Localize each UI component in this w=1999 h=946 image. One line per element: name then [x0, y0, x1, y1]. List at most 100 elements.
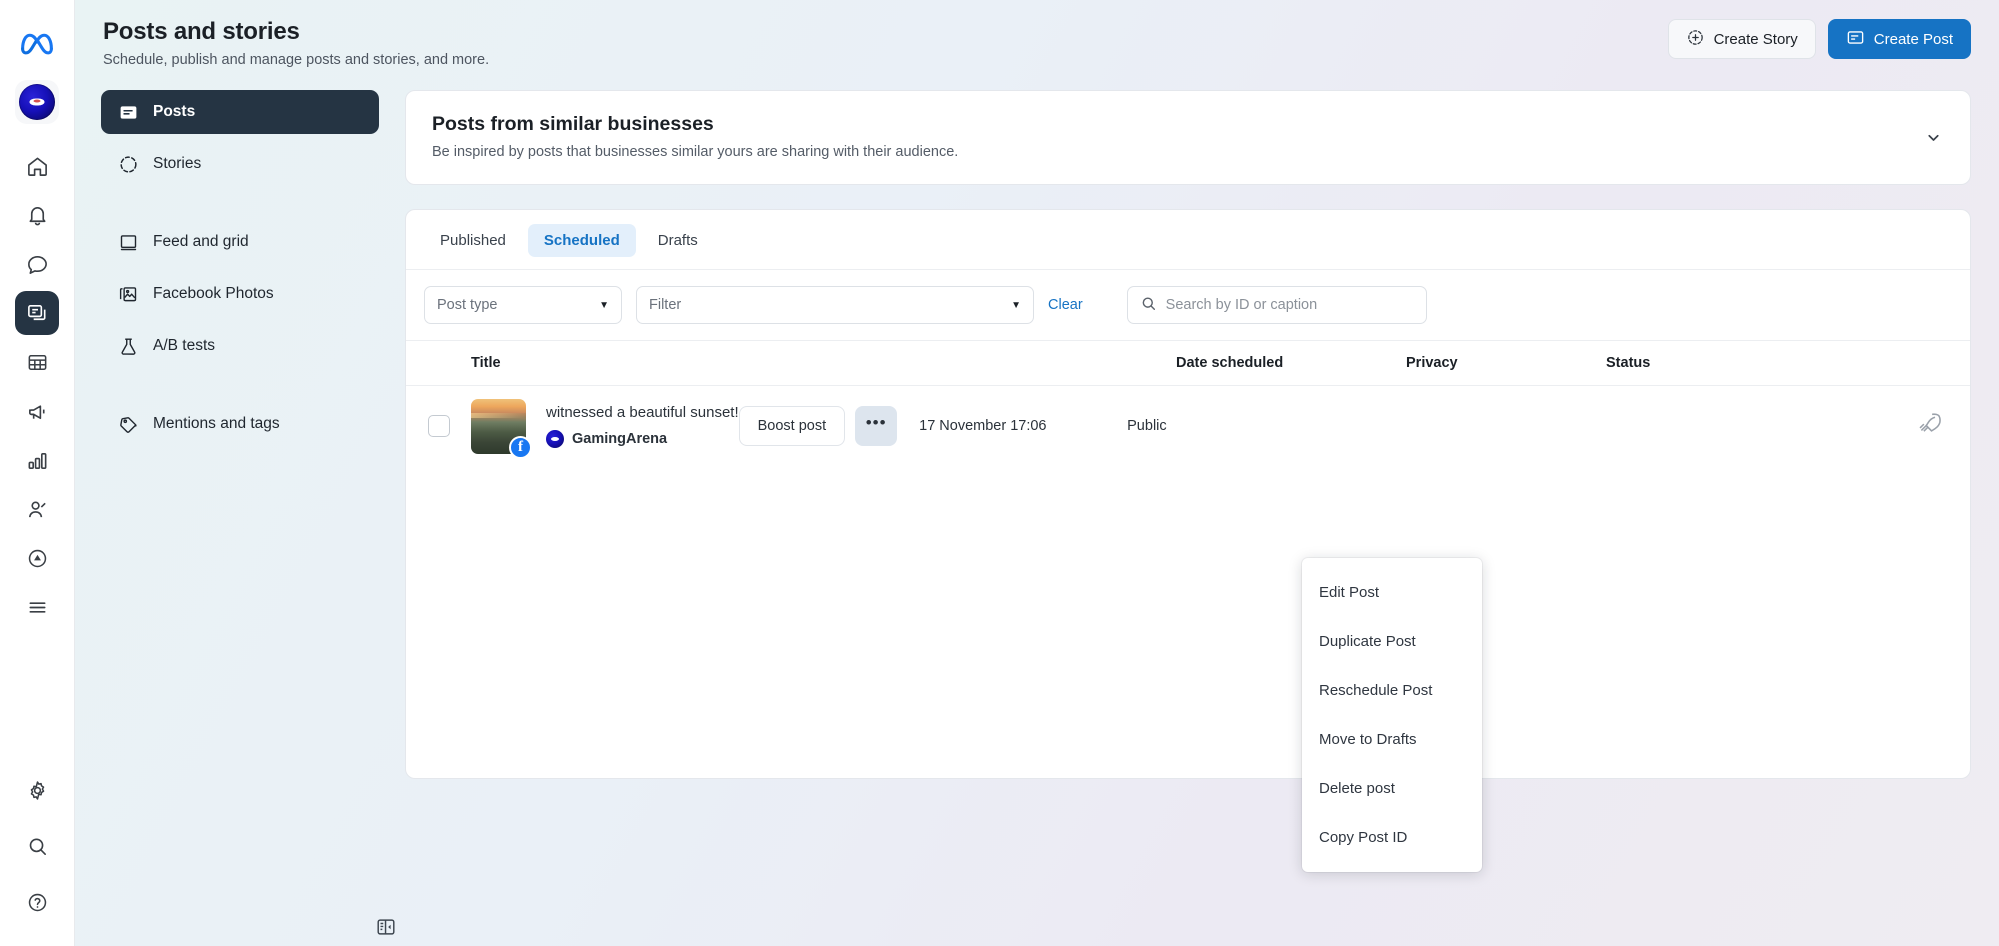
sidebar-group-tertiary: Mentions and tags — [101, 402, 405, 454]
chat-bubble-icon[interactable] — [15, 242, 59, 286]
rail-nav-items — [15, 144, 59, 629]
column-header-title: Title — [471, 355, 501, 371]
search-icon — [1140, 295, 1157, 316]
promo-title: Posts from similar businesses — [432, 113, 714, 135]
collapse-panel-icon[interactable] — [369, 910, 403, 944]
menu-item-copy-post-id[interactable]: Copy Post ID — [1302, 813, 1482, 862]
filter-select[interactable]: Filter ▼ — [636, 286, 1034, 324]
author-avatar — [546, 430, 564, 448]
stories-ring-icon — [117, 153, 139, 175]
filter-label: Filter — [649, 297, 682, 313]
icon-rail — [0, 0, 75, 946]
menu-item-edit-post[interactable]: Edit Post — [1302, 568, 1482, 617]
profile-avatar[interactable] — [15, 80, 59, 124]
sidebar-group-secondary: Feed and grid Facebook Photos A/B tests — [101, 220, 405, 376]
post-type-label: Post type — [437, 297, 498, 313]
sidebar-group-primary: Posts Stories — [101, 90, 405, 194]
sidebar-item-label: Posts — [153, 103, 196, 120]
sidebar-divider — [101, 194, 405, 220]
posts-icon[interactable] — [15, 291, 59, 335]
create-story-icon — [1686, 28, 1705, 51]
meta-logo[interactable] — [19, 20, 55, 64]
tab-bar: Published Scheduled Drafts — [406, 210, 1970, 270]
create-story-label: Create Story — [1713, 30, 1798, 48]
promo-card: Posts from similar businesses Be inspire… — [405, 90, 1971, 185]
tag-icon — [117, 413, 139, 435]
rocket-icon — [1917, 411, 1942, 441]
menu-item-duplicate-post[interactable]: Duplicate Post — [1302, 617, 1482, 666]
promo-description: Be inspired by posts that businesses sim… — [432, 144, 959, 160]
author-name: GamingArena — [572, 431, 668, 447]
sidebar-nav: Posts Stories Feed and grid Facebook Pho… — [75, 90, 405, 946]
row-actions: Boost post ••• — [738, 406, 898, 446]
search-icon[interactable] — [15, 824, 59, 868]
sidebar-item-label: Stories — [153, 155, 202, 172]
sidebar-item-facebook-photos[interactable]: Facebook Photos — [101, 272, 379, 316]
header-actions: Create Story Create Post — [1667, 19, 1971, 59]
megaphone-icon[interactable] — [15, 389, 59, 433]
tab-published[interactable]: Published — [424, 224, 522, 257]
photos-icon — [117, 283, 139, 305]
menu-item-reschedule-post[interactable]: Reschedule Post — [1302, 666, 1482, 715]
search-input[interactable] — [1165, 297, 1396, 313]
chevron-down-icon[interactable] — [1918, 123, 1948, 153]
cell-date-scheduled: 17 November 17:06 — [919, 418, 1047, 434]
bar-chart-icon[interactable] — [15, 438, 59, 482]
filter-bar: Post type ▼ Filter ▼ Clear — [406, 270, 1970, 340]
post-type-select[interactable]: Post type ▼ — [424, 286, 622, 324]
rail-bottom-items — [15, 768, 59, 946]
chevron-down-icon: ▼ — [599, 299, 609, 311]
sidebar-item-label: Facebook Photos — [153, 285, 274, 302]
menu-item-move-to-drafts[interactable]: Move to Drafts — [1302, 715, 1482, 764]
table-row: f witnessed a beautiful sunset! GamingAr… — [406, 386, 1970, 462]
search-box[interactable] — [1126, 286, 1427, 324]
sidebar-item-ab-tests[interactable]: A/B tests — [101, 324, 379, 368]
create-post-label: Create Post — [1873, 30, 1953, 48]
tab-scheduled[interactable]: Scheduled — [527, 224, 636, 257]
home-icon[interactable] — [15, 144, 59, 188]
help-circle-icon[interactable] — [15, 880, 59, 924]
posts-icon — [117, 101, 139, 123]
avatar-image — [19, 84, 55, 120]
menu-item-delete-post[interactable]: Delete post — [1302, 764, 1482, 813]
facebook-badge: f — [509, 435, 532, 459]
bell-icon[interactable] — [15, 193, 59, 237]
post-info: witnessed a beautiful sunset! GamingAren… — [546, 404, 739, 448]
sidebar-item-stories[interactable]: Stories — [101, 142, 379, 186]
grid-table-icon[interactable] — [15, 340, 59, 384]
sidebar-item-label: A/B tests — [153, 337, 216, 354]
row-checkbox[interactable] — [428, 415, 450, 437]
sidebar-item-label: Feed and grid — [153, 233, 249, 250]
content-column: Posts from similar businesses Be inspire… — [405, 90, 1999, 946]
cell-privacy: Public — [1127, 418, 1167, 434]
sidebar-item-label: Mentions and tags — [153, 415, 280, 432]
sidebar-item-mentions-and-tags[interactable]: Mentions and tags — [101, 402, 379, 446]
body-row: Posts Stories Feed and grid Facebook Pho… — [75, 90, 1999, 946]
tab-drafts[interactable]: Drafts — [642, 224, 714, 257]
create-post-icon — [1846, 28, 1865, 51]
cell-status — [1327, 411, 1970, 441]
post-thumbnail: f — [471, 398, 532, 459]
sidebar-divider-2 — [101, 376, 405, 402]
create-post-button[interactable]: Create Post — [1827, 19, 1971, 59]
hamburger-icon[interactable] — [15, 585, 59, 629]
user-edit-icon[interactable] — [15, 487, 59, 531]
sidebar-item-feed-and-grid[interactable]: Feed and grid — [101, 220, 379, 264]
feed-grid-icon — [117, 231, 139, 253]
post-caption: witnessed a beautiful sunset! — [546, 404, 739, 421]
create-story-button[interactable]: Create Story — [1667, 19, 1816, 59]
circle-up-icon[interactable] — [15, 536, 59, 580]
row-more-button[interactable]: ••• — [855, 406, 898, 446]
sidebar-item-posts[interactable]: Posts — [101, 90, 379, 134]
posts-panel: Published Scheduled Drafts Post type ▼ F… — [405, 209, 1971, 779]
boost-post-button[interactable]: Boost post — [738, 406, 846, 446]
column-header-status: Status — [1606, 355, 1651, 371]
app-root: Posts and stories Schedule, publish and … — [0, 0, 1999, 946]
gear-icon[interactable] — [15, 768, 59, 812]
main-region: Posts and stories Schedule, publish and … — [75, 0, 1999, 946]
column-header-privacy: Privacy — [1406, 355, 1458, 371]
table-header: Title Date scheduled Privacy Status — [406, 340, 1970, 386]
chevron-down-icon: ▼ — [1011, 299, 1021, 311]
column-header-date-scheduled: Date scheduled — [1176, 355, 1284, 371]
clear-filters-link[interactable]: Clear — [1048, 297, 1083, 313]
